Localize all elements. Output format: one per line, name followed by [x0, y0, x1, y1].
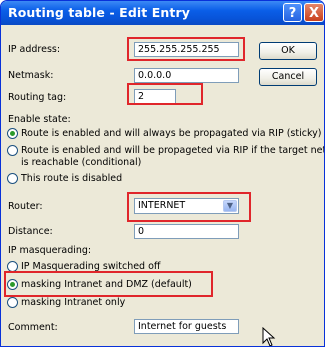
masquerading-label: IP masquerading: [8, 245, 92, 256]
comment-input[interactable]: Internet for guests [134, 319, 239, 334]
enable-state-label: Enable state: [8, 114, 71, 125]
radio-sticky-label: Route is enabled and will always be prop… [21, 128, 322, 139]
highlight-masquerading [4, 271, 213, 297]
highlight-routing-tag [127, 83, 203, 105]
radio-conditional-label-line2: is reachable (conditional) [21, 157, 142, 168]
distance-input[interactable]: 0 [134, 224, 239, 239]
radio-masq-intranet-only[interactable] [7, 297, 18, 308]
radio-conditional[interactable] [7, 145, 18, 156]
radio-sticky[interactable] [7, 128, 18, 139]
comment-label: Comment: [8, 322, 58, 333]
edit-entry-dialog: Routing table - Edit Entry ? X IP addres… [0, 0, 325, 347]
ip-address-label: IP address: [8, 44, 61, 55]
routing-tag-label: Routing tag: [8, 92, 67, 103]
netmask-input[interactable]: 0.0.0.0 [134, 68, 239, 83]
title-bar[interactable]: Routing table - Edit Entry ? X [1, 1, 324, 25]
highlight-router [127, 192, 251, 222]
distance-label: Distance: [8, 226, 53, 237]
netmask-label: Netmask: [8, 70, 54, 81]
dialog-content: IP address: 255.255.255.255 Netmask: 0.0… [1, 25, 324, 346]
highlight-ip [127, 37, 245, 61]
close-button[interactable]: X [304, 3, 324, 22]
ok-button[interactable]: OK [259, 42, 317, 60]
mouse-cursor-icon [262, 327, 276, 346]
radio-masq-intranet-only-label: masking Intranet only [21, 297, 126, 308]
cancel-button[interactable]: Cancel [259, 68, 317, 86]
radio-disabled-label: This route is disabled [21, 173, 123, 184]
router-label: Router: [8, 201, 43, 212]
window-title: Routing table - Edit Entry [8, 5, 191, 20]
help-button[interactable]: ? [283, 3, 302, 22]
radio-disabled[interactable] [7, 173, 18, 184]
radio-conditional-label: Route is enabled and will be propageted … [21, 145, 325, 156]
